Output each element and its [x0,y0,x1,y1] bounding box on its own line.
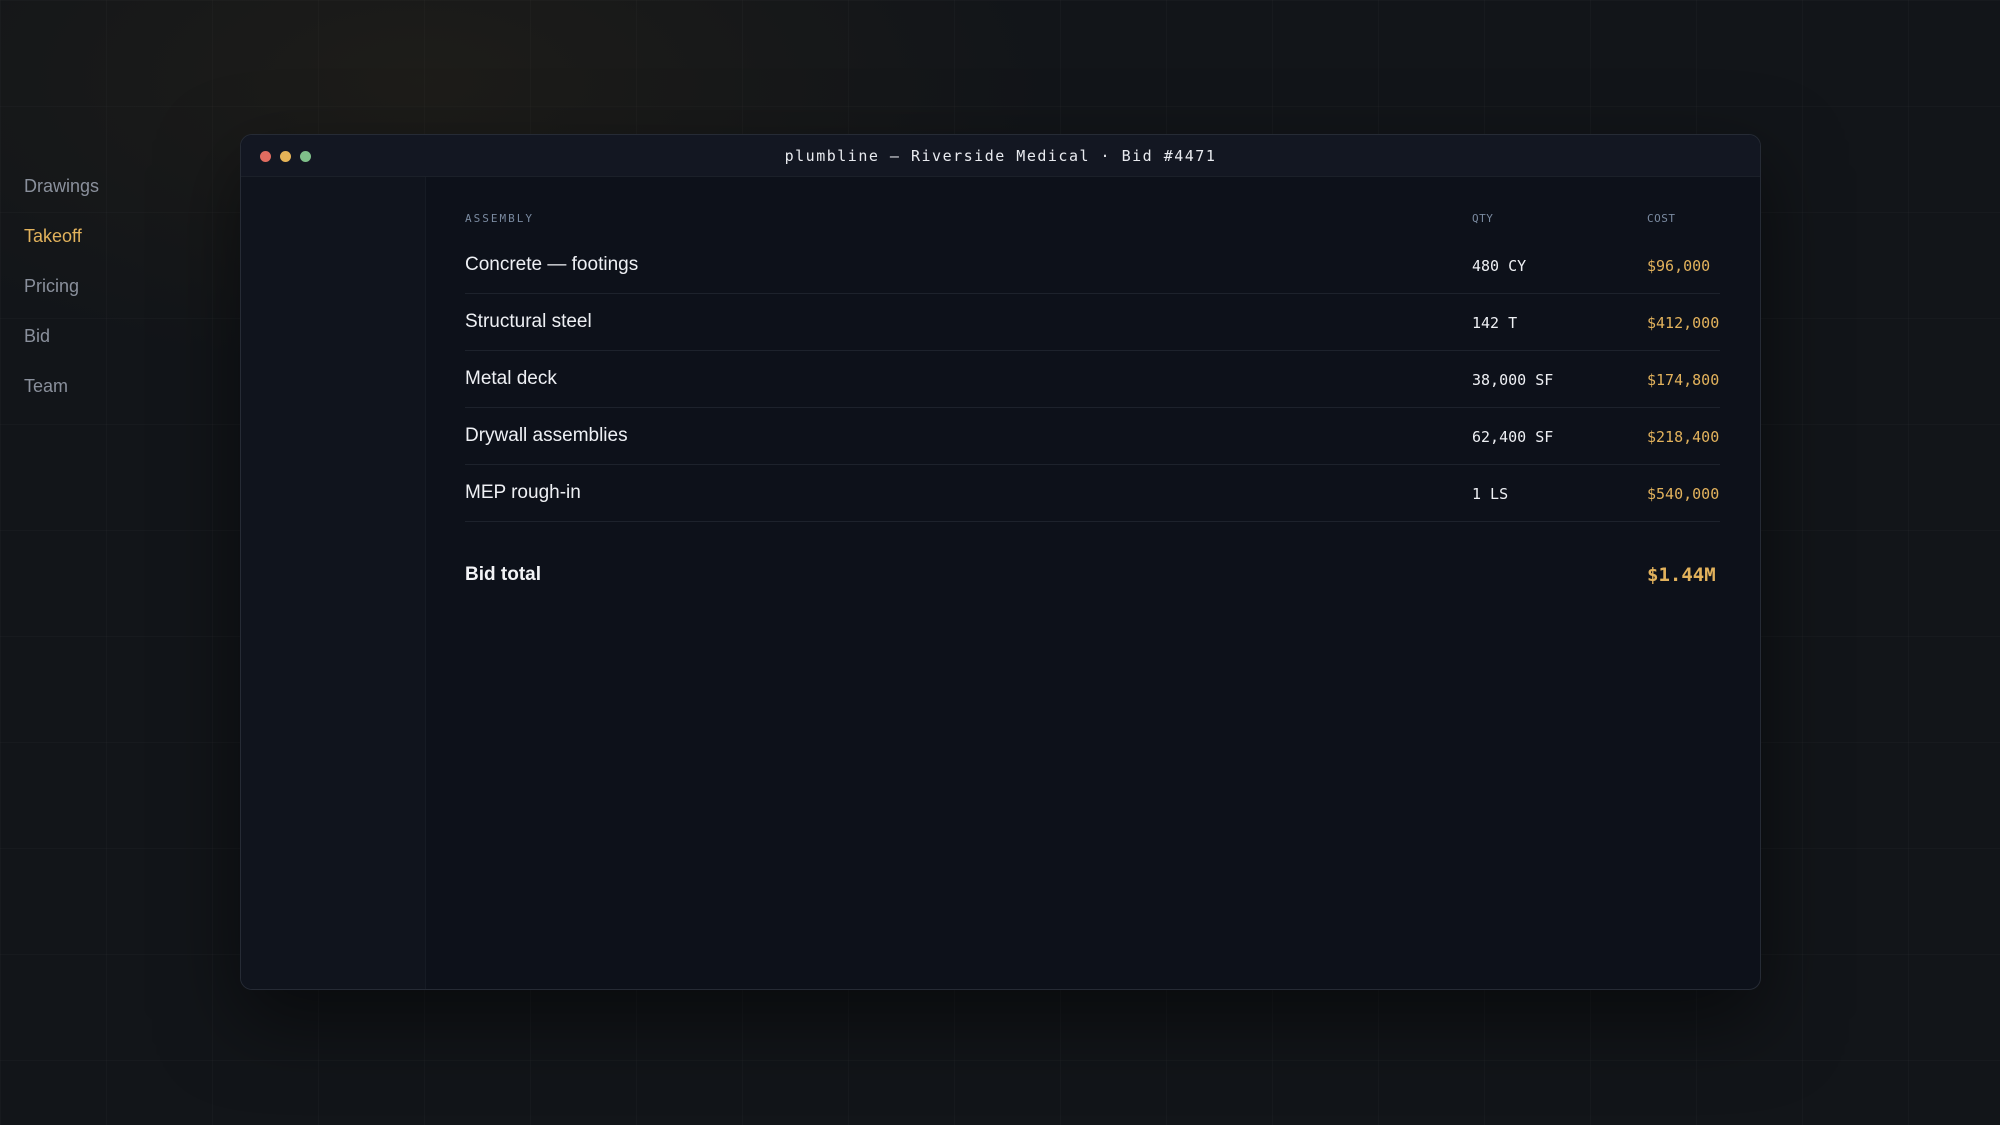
table-row[interactable]: Concrete — footings 480 CY $96,000 [465,237,1720,294]
qty-cell: 142 T [1472,314,1518,332]
cost-cell: $412,000 [1647,314,1720,332]
assembly-cell: Concrete — footings [465,254,639,275]
sidebar-item-takeoff[interactable]: Takeoff [24,226,82,247]
qty-cell: 1 LS [1472,485,1509,503]
cost-cell: $218,400 [1647,428,1720,446]
assembly-cell: Metal deck [465,368,557,389]
table-row[interactable]: Structural steel 142 T $412,000 [465,294,1720,351]
table-row[interactable]: Metal deck 38,000 SF $174,800 [465,351,1720,408]
assembly-cell: Drywall assemblies [465,425,628,446]
qty-cell: 38,000 SF [1472,371,1554,389]
column-header-cost[interactable]: COST [1647,212,1676,225]
assembly-cell: MEP rough-in [465,482,581,503]
bid-total-value: $1.44M [1647,564,1716,586]
sidebar-item-pricing[interactable]: Pricing [24,276,79,297]
table-row[interactable]: Drywall assemblies 62,400 SF $218,400 [465,408,1720,465]
assembly-cell: Structural steel [465,311,592,332]
bid-total-label: Bid total [465,564,541,585]
sidebar [241,177,426,989]
column-header-assembly[interactable]: ASSEMBLY [465,212,534,225]
sidebar-item-team[interactable]: Team [24,376,68,397]
sidebar-item-drawings[interactable]: Drawings [24,176,99,197]
column-header-qty[interactable]: QTY [1472,212,1493,225]
cost-cell: $174,800 [1647,371,1720,389]
qty-cell: 480 CY [1472,257,1527,275]
window-title: plumbline — Riverside Medical · Bid #447… [784,147,1217,165]
sidebar-item-bid[interactable]: Bid [24,326,50,347]
qty-cell: 62,400 SF [1472,428,1554,446]
title-bar: plumbline — Riverside Medical · Bid #447… [241,135,1760,177]
cost-cell: $96,000 [1647,257,1711,275]
cost-cell: $540,000 [1647,485,1720,503]
table-row[interactable]: MEP rough-in 1 LS $540,000 [465,465,1720,522]
